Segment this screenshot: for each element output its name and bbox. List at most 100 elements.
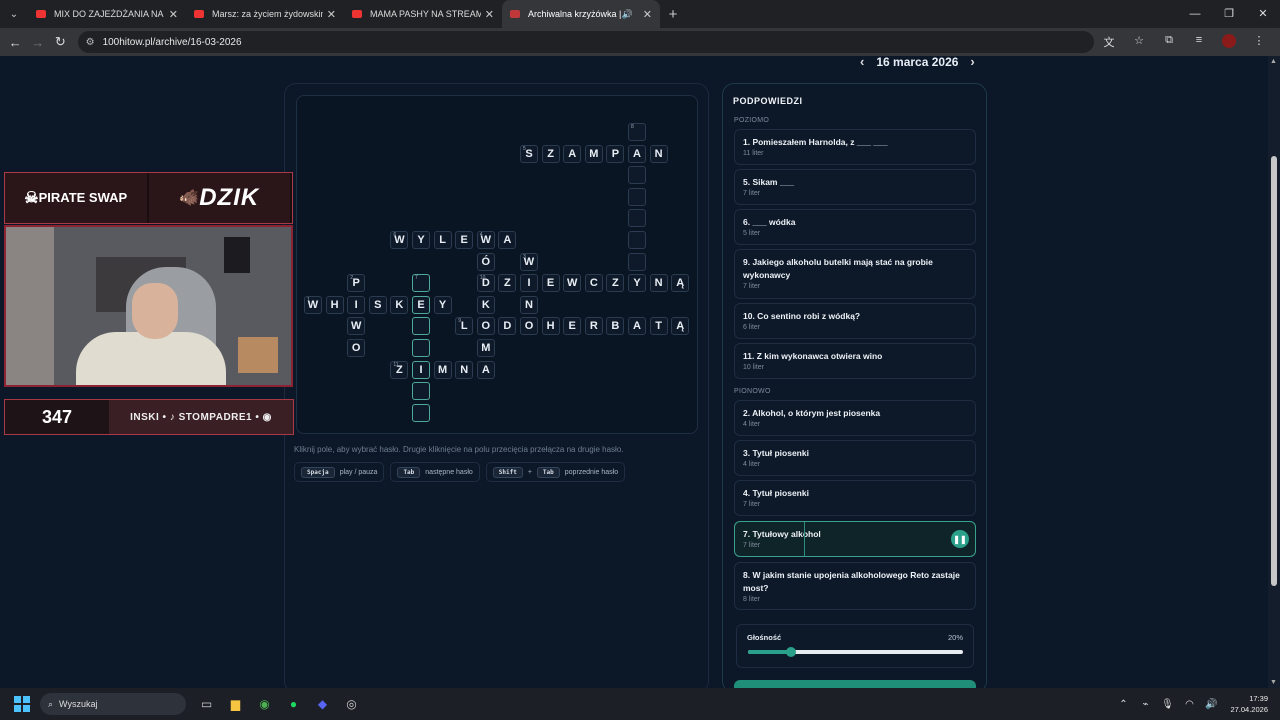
grid-cell[interactable]: W xyxy=(347,317,366,336)
grid-cell[interactable]: 6W xyxy=(390,231,409,249)
microphone-icon[interactable]: 🎙 xyxy=(1156,699,1178,710)
grid-cell[interactable] xyxy=(412,382,430,401)
start-icon[interactable] xyxy=(14,696,30,712)
volume-handle[interactable] xyxy=(786,647,796,657)
grid-cell[interactable]: 7 xyxy=(412,274,430,293)
close-tab-icon[interactable]: ✕ xyxy=(169,8,178,21)
grid-cell[interactable]: O xyxy=(347,339,366,357)
grid-cell[interactable]: 1W xyxy=(304,295,322,314)
grid-cell[interactable]: N xyxy=(455,360,474,379)
media-control-icon[interactable]: ≡ xyxy=(1184,34,1214,50)
grid-cell[interactable]: Z xyxy=(606,274,625,293)
grid-cell[interactable]: I xyxy=(520,274,538,293)
forward-icon[interactable]: → xyxy=(27,35,50,50)
translate-icon[interactable]: 文 xyxy=(1094,34,1124,50)
grid-cell[interactable]: A xyxy=(476,360,495,379)
grid-cell[interactable] xyxy=(628,252,646,271)
clue-down-7-active[interactable]: 7. Tytułowy alkohol 7 liter ❚❚ xyxy=(734,521,976,557)
grid-cell[interactable]: A xyxy=(628,317,646,336)
wifi-icon[interactable]: ◠ xyxy=(1178,699,1200,710)
grid-cell[interactable]: H xyxy=(325,295,344,314)
reload-icon[interactable]: ↻ xyxy=(49,34,72,50)
grid-cell[interactable] xyxy=(412,317,430,336)
clue-across-5[interactable]: 5. Sikam ___ 7 liter xyxy=(734,169,976,205)
grid-cell[interactable]: E xyxy=(412,295,430,314)
clue-down-4[interactable]: 4. Tytuł piosenki 7 liter xyxy=(734,480,976,516)
grid-cell[interactable] xyxy=(412,339,430,357)
grid-cell[interactable]: H xyxy=(541,317,560,336)
grid-cell[interactable]: M xyxy=(584,144,603,163)
browser-tab[interactable]: MIX DO ZAJEŻDŻANIA NA KUR ✕ xyxy=(28,0,186,28)
grid-cell[interactable]: N xyxy=(520,295,538,314)
grid-cell[interactable]: O xyxy=(476,317,495,336)
bookmark-star-icon[interactable]: ☆ xyxy=(1124,34,1154,50)
extensions-icon[interactable]: ⧉ xyxy=(1154,34,1184,50)
grid-cell[interactable]: Y xyxy=(433,295,452,314)
grid-cell[interactable]: 2P xyxy=(347,274,366,293)
grid-cell[interactable]: L xyxy=(433,231,452,249)
page-scrollbar[interactable]: ▲ ▼ xyxy=(1268,56,1280,688)
clue-across-11[interactable]: 11. Z kim wykonawca otwiera wino 10 lite… xyxy=(734,343,976,379)
task-view-icon[interactable]: ▭ xyxy=(192,697,221,711)
grid-cell[interactable] xyxy=(628,166,646,185)
grid-cell[interactable] xyxy=(628,187,646,206)
speaker-icon[interactable]: 🔊 xyxy=(622,9,633,20)
grid-cell[interactable] xyxy=(628,209,646,228)
grid-cell[interactable]: 5S xyxy=(520,144,538,163)
grid-cell[interactable]: Z xyxy=(541,144,560,163)
grid-cell[interactable]: O xyxy=(520,317,538,336)
clue-across-6[interactable]: 6. ___ wódka 5 liter xyxy=(734,209,976,245)
grid-cell[interactable]: Z xyxy=(498,274,517,293)
prev-date-icon[interactable]: ‹ xyxy=(860,56,864,69)
clue-down-8[interactable]: 8. W jakim stanie upojenia alkoholowego … xyxy=(734,562,976,610)
grid-cell[interactable]: M xyxy=(433,360,452,379)
scroll-down-icon[interactable]: ▼ xyxy=(1270,679,1277,686)
back-icon[interactable]: ← xyxy=(4,35,27,50)
grid-cell[interactable]: 11 Z xyxy=(390,360,409,379)
grid-cell[interactable]: R xyxy=(584,317,603,336)
grid-cell[interactable]: 8 xyxy=(628,123,646,141)
volume-icon[interactable]: 🔊 xyxy=(1200,699,1222,710)
grid-cell[interactable]: D xyxy=(498,317,517,336)
clue-across-9[interactable]: 9. Jakiego alkoholu butelki mają stać na… xyxy=(734,249,976,299)
spotify-icon[interactable]: ● xyxy=(279,697,308,711)
discord-icon[interactable]: ◆ xyxy=(308,697,337,711)
url-field[interactable]: ⚙ 100hitow.pl/archive/16-03-2026 xyxy=(77,31,1094,53)
tray-chevron-icon[interactable]: ⌃ xyxy=(1112,699,1134,710)
browser-tab[interactable]: Marsz: za życiem żydowskim i p ✕ xyxy=(186,0,344,28)
close-tab-icon[interactable]: ✕ xyxy=(643,8,652,21)
file-explorer-icon[interactable]: ▆ xyxy=(221,697,250,711)
grid-cell[interactable]: Y xyxy=(628,274,646,293)
new-tab-icon[interactable]: + xyxy=(660,6,686,23)
profile-avatar[interactable] xyxy=(1222,34,1236,48)
grid-cell[interactable]: K xyxy=(390,295,409,314)
grid-cell[interactable]: C xyxy=(584,274,603,293)
grid-cell[interactable]: P xyxy=(606,144,625,163)
app-icon[interactable]: ◎ xyxy=(337,697,366,711)
system-clock[interactable]: 17:39 27.04.2026 xyxy=(1230,693,1268,715)
close-tab-icon[interactable]: ✕ xyxy=(327,8,336,21)
grid-cell[interactable]: T xyxy=(649,317,668,336)
grid-cell[interactable]: S xyxy=(368,295,387,314)
grid-cell[interactable]: E xyxy=(563,317,582,336)
grid-cell[interactable]: E xyxy=(541,274,560,293)
grid-cell[interactable] xyxy=(628,231,646,249)
scroll-up-icon[interactable]: ▲ xyxy=(1270,58,1277,65)
tab-search-icon[interactable]: ⌄ xyxy=(0,0,28,28)
grid-cell[interactable]: 3W xyxy=(520,252,538,271)
grid-cell[interactable]: N xyxy=(649,274,668,293)
grid-cell[interactable]: E xyxy=(455,231,474,249)
grid-cell[interactable]: M xyxy=(476,339,495,357)
chrome-icon[interactable]: ◉ xyxy=(250,697,279,711)
clue-across-10[interactable]: 10. Co sentino robi z wódką? 6 liter xyxy=(734,303,976,339)
grid-cell[interactable]: Ą xyxy=(671,317,690,336)
next-date-icon[interactable]: › xyxy=(970,56,974,69)
site-info-icon[interactable]: ⚙ xyxy=(86,37,95,48)
grid-cell[interactable]: Ą xyxy=(671,274,690,293)
taskbar-search[interactable]: ⌕ Wyszukaj xyxy=(40,693,186,715)
browser-menu-icon[interactable]: ⋮ xyxy=(1244,34,1274,50)
grid-cell[interactable]: I xyxy=(347,295,366,314)
restore-icon[interactable]: ❐ xyxy=(1212,0,1246,28)
clue-across-1[interactable]: 1. Pomieszałem Harnolda, z ___ ___ 11 li… xyxy=(734,129,976,165)
grid-cell[interactable]: B xyxy=(606,317,625,336)
